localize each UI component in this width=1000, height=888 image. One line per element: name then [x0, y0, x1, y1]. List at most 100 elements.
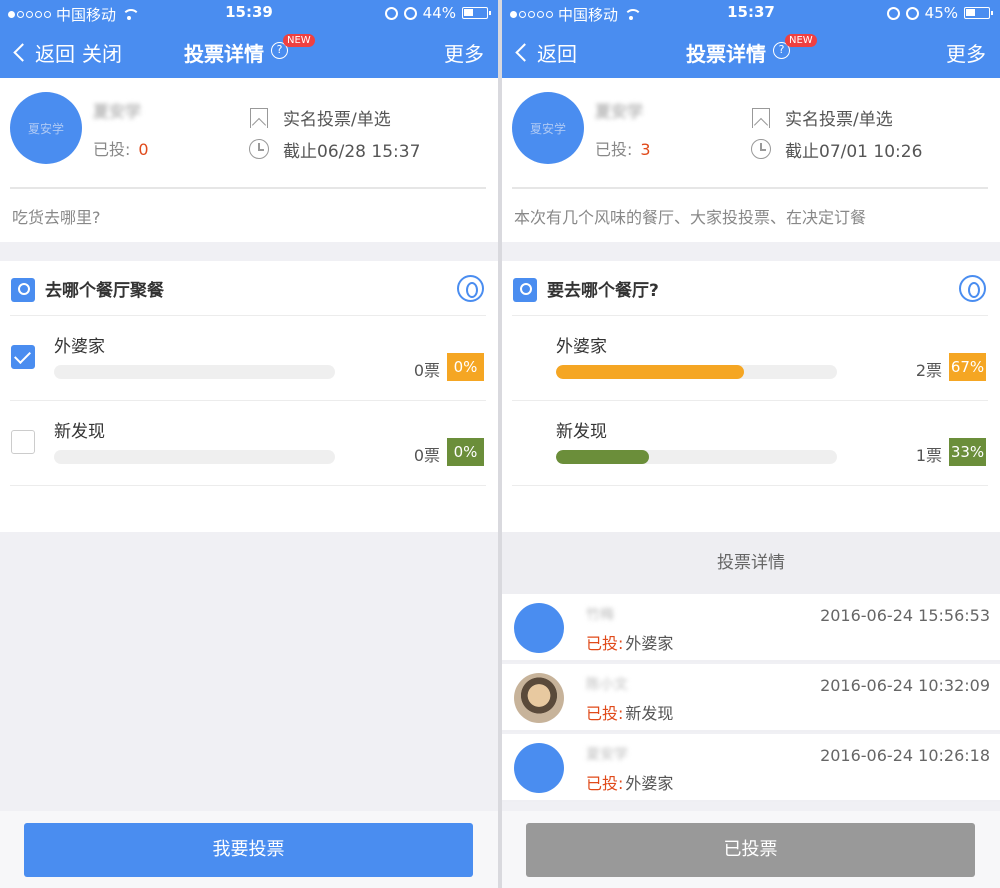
- option-count: 2票: [915, 361, 942, 380]
- more-button[interactable]: 更多: [946, 38, 986, 67]
- share-icon[interactable]: [457, 275, 484, 302]
- vote-type: 实名投票/单选: [785, 110, 893, 130]
- vote-time: 2016-06-24 10:26:18: [820, 746, 990, 765]
- option-count: 0票: [413, 361, 440, 380]
- vote-choice-value: 新发现: [625, 704, 674, 723]
- option-row[interactable]: 外婆家 0票 0%: [0, 316, 498, 401]
- back-button[interactable]: 返回: [514, 38, 577, 67]
- option-percent-badge: 0%: [447, 353, 484, 381]
- divider: [10, 485, 486, 486]
- new-badge: NEW: [785, 34, 817, 47]
- vote-choice-label: 已投:: [586, 704, 624, 723]
- creator-name: 夏安学: [93, 102, 142, 121]
- divider: [502, 800, 1000, 802]
- option-progress-track: [54, 365, 335, 379]
- question-card: 要去哪个餐厅? 外婆家 2票 67% 新发现 1票 33%: [502, 261, 1000, 532]
- page-title: 投票详情: [184, 42, 264, 66]
- creator-avatar: 夏安学: [512, 92, 584, 164]
- poll-description: 本次有几个风味的餐厅、大家投投票、在决定订餐: [514, 208, 867, 227]
- question-card: 去哪个餐厅聚餐 外婆家 0票 0% 新发现 0票 0%: [0, 261, 498, 532]
- option-name: 外婆家: [556, 337, 607, 357]
- nav-bar: 返回 关闭 投票详情 ? NEW 更多: [0, 26, 498, 78]
- option-percent-badge: 33%: [949, 438, 986, 466]
- creator-name: 夏安学: [595, 102, 644, 121]
- rotation-lock-icon: [384, 6, 398, 20]
- battery-icon: [964, 7, 993, 19]
- alarm-icon: [905, 6, 919, 20]
- more-button[interactable]: 更多: [444, 38, 484, 67]
- vote-choice-value: 外婆家: [625, 774, 674, 793]
- back-label: 返回: [35, 42, 75, 66]
- bookmark-icon: [250, 108, 268, 128]
- chevron-left-icon: [515, 43, 534, 62]
- battery-icon: [462, 7, 491, 19]
- option-row: 外婆家 2票 67%: [502, 316, 1000, 401]
- divider: [512, 485, 988, 486]
- option-checkbox[interactable]: [11, 345, 35, 369]
- voter-name: 陈小文: [586, 677, 628, 693]
- battery-percent: 44%: [422, 4, 456, 22]
- poll-info-card: 夏安学 夏安学 已投: 3 实名投票/单选 截止07/01 10:26 本次有几个…: [502, 78, 1000, 242]
- vote-choice-value: 外婆家: [625, 634, 674, 653]
- rotation-lock-icon: [886, 6, 900, 20]
- deadline: 截止06/28 15:37: [283, 142, 421, 162]
- option-name: 新发现: [556, 422, 607, 442]
- option-row[interactable]: 新发现 0票 0%: [0, 401, 498, 486]
- alarm-icon: [403, 6, 417, 20]
- option-name: 新发现: [54, 422, 105, 442]
- poll-description: 吃货去哪里?: [12, 208, 101, 227]
- divider: [512, 187, 988, 189]
- vote-choice: 已投: 外婆家: [586, 770, 673, 794]
- status-bar: 中国移动 15:39 44%: [0, 0, 498, 26]
- option-count: 0票: [413, 446, 440, 465]
- bookmark-icon: [752, 108, 770, 128]
- vote-details-header: 投票详情: [502, 532, 1000, 594]
- vote-choice-label: 已投:: [586, 774, 624, 793]
- battery-percent: 45%: [924, 4, 958, 22]
- option-progress-fill: [556, 450, 649, 464]
- new-badge: NEW: [283, 34, 315, 47]
- vote-choice: 已投: 外婆家: [586, 630, 673, 654]
- voter-avatar: [514, 743, 564, 793]
- voted-count: 3: [640, 140, 651, 159]
- vote-record-row[interactable]: 陈小文 2016-06-24 10:32:09 已投: 新发现: [502, 664, 1000, 732]
- poll-info-card: 夏安学 夏安学 已投: 0 实名投票/单选 截止06/28 15:37 吃货去哪里…: [0, 78, 498, 242]
- vote-type: 实名投票/单选: [283, 110, 391, 130]
- clock-icon: [249, 139, 269, 159]
- option-progress-track: [556, 450, 837, 464]
- back-button[interactable]: 返回: [12, 38, 75, 67]
- deadline: 截止07/01 10:26: [785, 142, 923, 162]
- right-screen: 中国移动 15:37 45% 返回 投票详情 ? NEW 更多 夏安学 夏安学 …: [502, 0, 1000, 888]
- divider: [502, 730, 1000, 732]
- voter-avatar: [514, 673, 564, 723]
- vote-button[interactable]: 我要投票: [24, 823, 473, 877]
- battery-fill: [966, 9, 976, 16]
- vote-record-row[interactable]: 竹梅 2016-06-24 15:56:53 已投: 外婆家: [502, 594, 1000, 662]
- option-checkbox[interactable]: [11, 430, 35, 454]
- voted-button[interactable]: 已投票: [526, 823, 975, 877]
- question-title: 要去哪个餐厅?: [547, 281, 659, 301]
- nav-bar: 返回 投票详情 ? NEW 更多: [502, 26, 1000, 78]
- vote-time: 2016-06-24 10:32:09: [820, 676, 990, 695]
- option-progress-track: [556, 365, 837, 379]
- battery-fill: [464, 9, 474, 16]
- option-row: 新发现 1票 33%: [502, 401, 1000, 486]
- divider: [502, 660, 1000, 662]
- vote-record-row[interactable]: 夏安学 2016-06-24 10:26:18 已投: 外婆家: [502, 734, 1000, 802]
- option-progress-fill: [556, 365, 745, 379]
- question-title: 去哪个餐厅聚餐: [45, 281, 164, 301]
- footer: 我要投票: [0, 811, 498, 888]
- page-title: 投票详情: [686, 42, 766, 66]
- back-label: 返回: [537, 42, 577, 66]
- divider: [10, 187, 486, 189]
- creator-avatar: 夏安学: [10, 92, 82, 164]
- voted-label-text: 已投:: [595, 140, 633, 159]
- option-name: 外婆家: [54, 337, 105, 357]
- footer: 已投票: [502, 811, 1000, 888]
- vote-choice: 已投: 新发现: [586, 700, 673, 724]
- vote-choice-label: 已投:: [586, 634, 624, 653]
- share-icon[interactable]: [959, 275, 986, 302]
- tag-icon: [11, 278, 35, 302]
- close-button[interactable]: 关闭: [82, 38, 122, 67]
- voted-count-label: 已投: 0: [93, 136, 149, 160]
